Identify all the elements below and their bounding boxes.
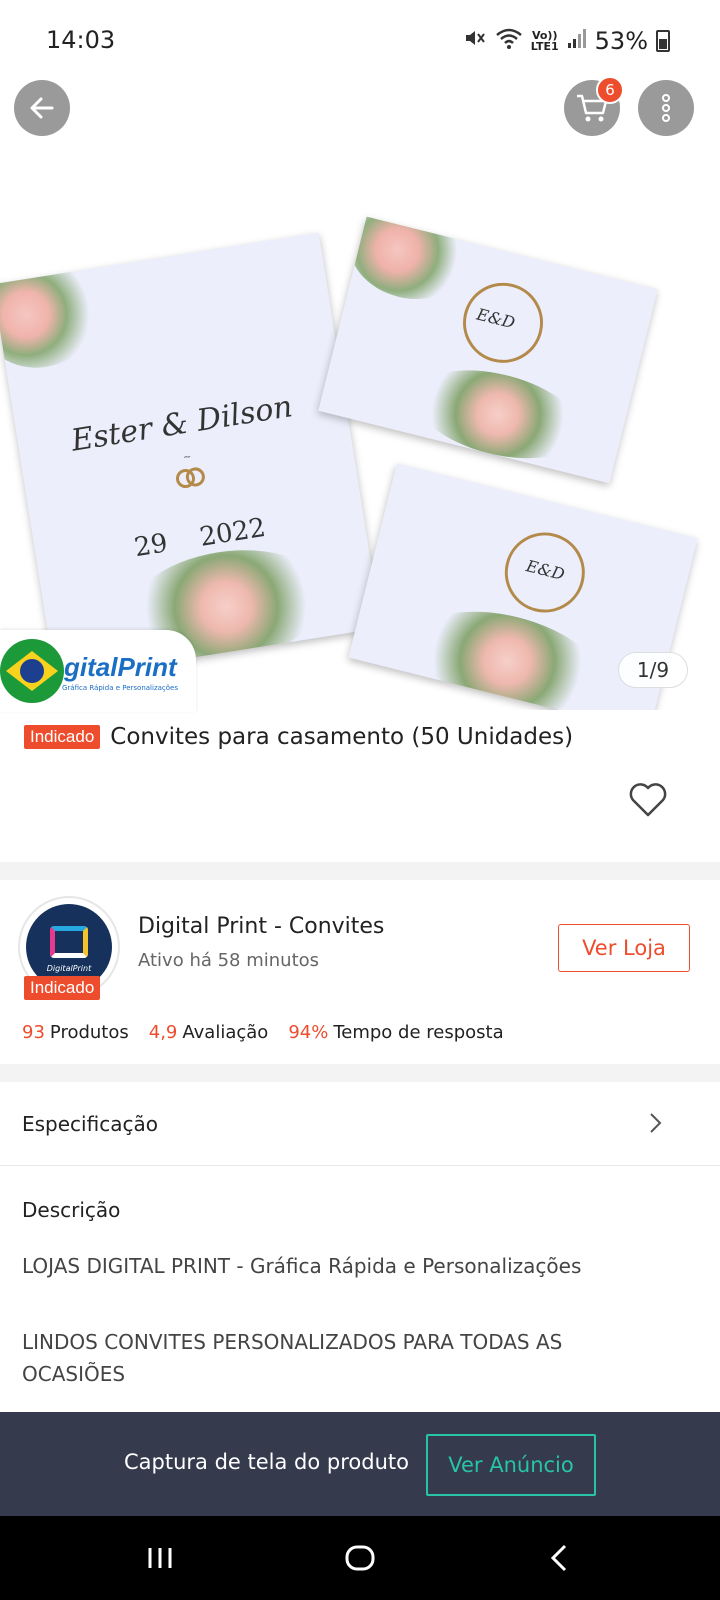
rings-icon (172, 463, 210, 496)
envelope-image-1: E&D (318, 216, 658, 484)
screenshot-caption: Captura de tela do produto (124, 1450, 409, 1474)
recent-apps-icon[interactable] (140, 1538, 180, 1578)
shop-recommended-badge: Indicado (24, 976, 101, 1000)
description-line-2: LINDOS CONVITES PERSONALIZADOS PARA TODA… (22, 1330, 563, 1354)
shop-stats: 93 Produtos 4,9 Avaliação 94% Tempo de resp… (22, 1022, 504, 1043)
section-divider-2 (0, 1064, 720, 1082)
network-bottom: LTE1 (530, 40, 559, 53)
product-title: Convites para casamento (50 Unidades) (110, 724, 574, 750)
arrow-left-icon (30, 97, 54, 119)
cart-count-badge: 6 (596, 76, 624, 104)
cart-button[interactable]: 6 (564, 76, 624, 136)
description-label: Descrição (22, 1198, 121, 1222)
screenshot-bottom-bar: Captura de tela do produto Ver Anúncio (0, 1412, 720, 1516)
store-logo-text: gitalPrint (64, 651, 177, 682)
shop-avatar-text: DigitalPrint (46, 964, 92, 973)
battery-percent: 53% (594, 27, 648, 55)
back-button[interactable] (14, 80, 70, 136)
specification-label: Especificação (22, 1111, 158, 1136)
view-store-button[interactable]: Ver Loja (558, 924, 690, 972)
android-navigation-bar (0, 1516, 720, 1600)
more-vertical-icon (662, 94, 670, 122)
invitation-day: 29 (132, 528, 170, 564)
heart-icon (629, 783, 667, 817)
description-line-1: LOJAS DIGITAL PRINT - Gráfica Rápida e P… (22, 1254, 582, 1278)
section-divider (0, 862, 720, 880)
battery-icon (656, 30, 670, 52)
stat-response: 94% Tempo de resposta (288, 1022, 504, 1043)
chevron-right-icon (650, 1113, 662, 1133)
network-indicator: Vo)) LTE1 (531, 30, 559, 52)
more-options-button[interactable] (638, 80, 694, 136)
store-logo-sub: Gráfica Rápida e Personalizações (62, 684, 178, 692)
signal-icon (567, 27, 587, 55)
status-icons: Vo)) LTE1 53% (463, 26, 670, 56)
store-logo-overlay: gitalPrint Gráfica Rápida e Personalizaç… (0, 630, 196, 712)
status-bar: 14:03 Vo)) LTE1 53% (0, 0, 720, 80)
mute-icon (463, 26, 487, 56)
image-page-counter: 1/9 (618, 652, 688, 688)
shop-name: Digital Print - Convites (138, 914, 385, 939)
product-title-row: Indicado Convites para casamento (50 Uni… (24, 724, 704, 750)
back-nav-icon[interactable] (540, 1538, 580, 1578)
stat-products: 93 Produtos (22, 1022, 129, 1043)
view-listing-button[interactable]: Ver Anúncio (426, 1434, 596, 1496)
favorite-button[interactable] (628, 782, 668, 818)
brazil-flag-icon (0, 639, 64, 703)
specification-row[interactable]: Especificação (0, 1082, 720, 1166)
invitation-card-image: Ester & Dilson ~ 29 2022 (0, 232, 382, 680)
status-time: 14:03 (46, 26, 116, 54)
stat-rating: 4,9 Avaliação (148, 1022, 269, 1043)
wifi-icon (495, 26, 523, 56)
home-icon[interactable] (340, 1538, 380, 1578)
description-line-3: OCASIÕES (22, 1362, 126, 1386)
shop-active-status: Ativo há 58 minutos (138, 950, 320, 971)
product-gallery[interactable]: Ester & Dilson ~ 29 2022 E&D E&D (0, 80, 720, 710)
invitation-year: 2022 (197, 512, 268, 553)
recommended-badge: Indicado (24, 725, 101, 749)
